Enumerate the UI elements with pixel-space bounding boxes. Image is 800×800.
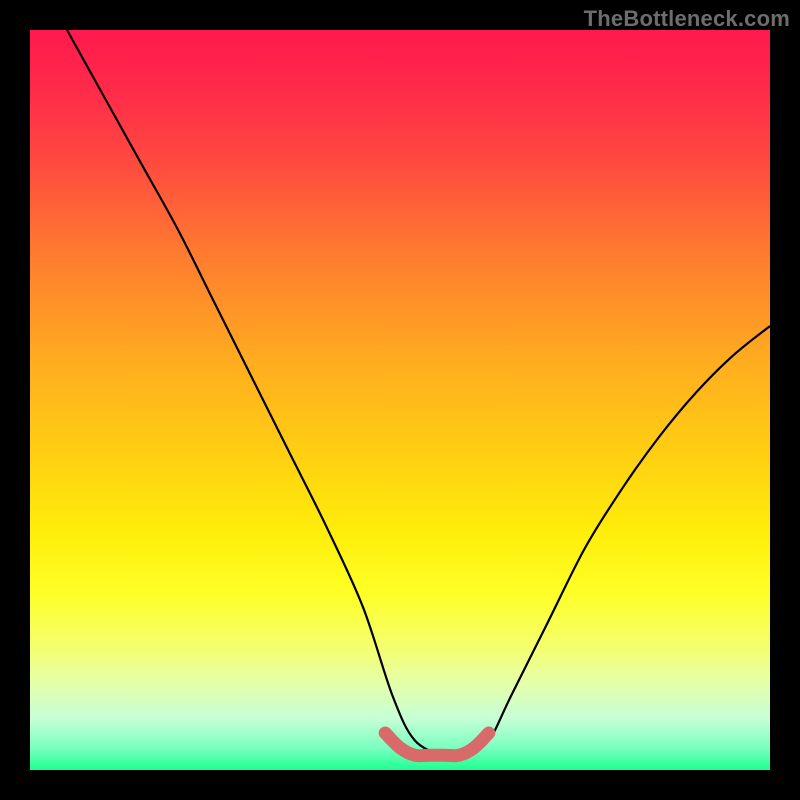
red-marker-band (385, 733, 489, 756)
plot-area (30, 30, 770, 770)
black-curve (67, 30, 770, 757)
chart-svg (30, 30, 770, 770)
chart-frame: TheBottleneck.com (0, 0, 800, 800)
watermark-text: TheBottleneck.com (584, 6, 790, 32)
